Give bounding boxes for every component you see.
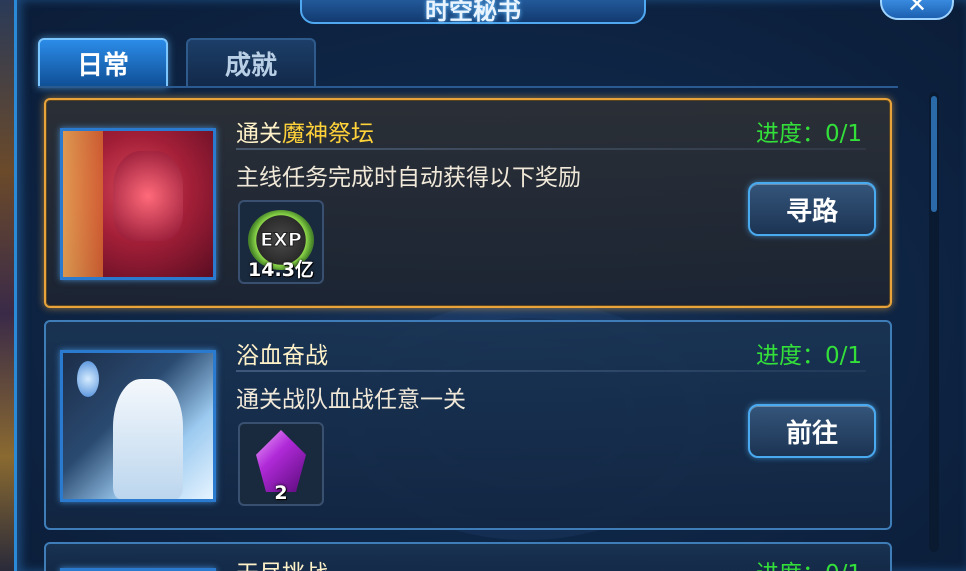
scrollbar-thumb[interactable]	[931, 96, 937, 212]
reward-slot[interactable]: EXP 14.3亿	[238, 200, 324, 284]
quest-card: 浴血奋战 进度：0/1 通关战队血战任意一关 2 前往	[44, 320, 892, 530]
quest-card: 天尽挑战 进度：0/1	[44, 542, 892, 571]
reward-count: 2	[274, 482, 288, 504]
window-title: 时空秘书	[425, 0, 521, 25]
pathfind-button[interactable]: 寻路	[748, 182, 876, 236]
tab-daily[interactable]: 日常	[38, 38, 168, 88]
tab-achievements[interactable]: 成就	[186, 38, 316, 88]
quest-divider	[236, 148, 866, 150]
quest-divider	[236, 370, 866, 372]
close-icon: ✕	[906, 0, 928, 18]
quest-progress: 进度：0/1	[755, 343, 862, 369]
close-button[interactable]: ✕	[880, 0, 954, 20]
exp-icon-label: EXP	[260, 229, 303, 252]
reward-count: 14.3亿	[248, 259, 314, 281]
quest-title: 浴血奋战	[236, 343, 328, 369]
tab-divider	[38, 86, 898, 88]
quest-title: 通关魔神祭坛	[236, 114, 374, 148]
quest-card: 通关魔神祭坛 进度：0/1 主线任务完成时自动获得以下奖励 EXP 14.3亿 …	[44, 98, 892, 308]
quest-progress: 进度：0/1	[755, 121, 862, 147]
quest-progress: 进度：0/1	[756, 554, 862, 571]
quest-description: 通关战队血战任意一关	[236, 387, 466, 413]
quest-title: 天尽挑战	[236, 554, 328, 571]
reward-slot[interactable]: 2	[238, 422, 324, 506]
quest-portrait-warrior	[60, 350, 216, 502]
quest-title-prefix: 通关	[236, 121, 282, 147]
title-bar: 时空秘书	[300, 0, 646, 25]
go-button[interactable]: 前往	[748, 404, 876, 458]
quest-description: 主线任务完成时自动获得以下奖励	[236, 165, 581, 191]
quest-portrait-demon	[60, 128, 216, 280]
quest-title-highlight: 魔神祭坛	[282, 121, 374, 147]
